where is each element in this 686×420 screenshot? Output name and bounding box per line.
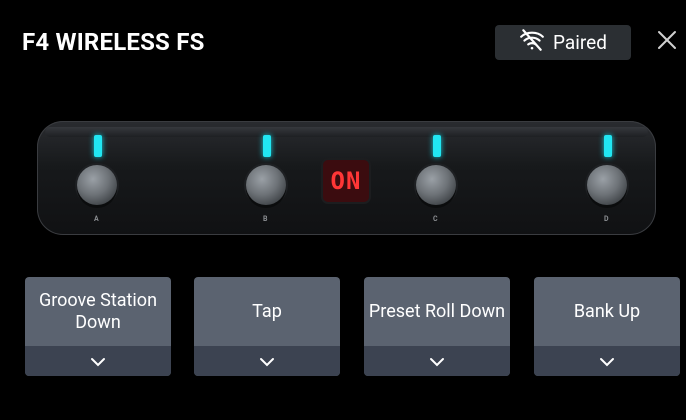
footswitch-d-label: D (604, 215, 609, 223)
paired-status-button[interactable]: Paired (495, 25, 631, 60)
assignment-label-d: Bank Up (573, 300, 641, 322)
led-c (433, 135, 441, 157)
assignment-label-a: Groove Station Down (38, 289, 158, 333)
wifi-off-icon (519, 29, 545, 56)
footswitch-c-label: C (433, 215, 438, 223)
paired-label: Paired (553, 31, 607, 54)
chevron-down-icon (599, 352, 615, 371)
assignment-button-a[interactable]: Groove Station Down (25, 277, 171, 376)
dropdown-d[interactable] (534, 346, 680, 376)
dropdown-c[interactable] (364, 346, 510, 376)
dropdown-a[interactable] (25, 346, 171, 376)
assignment-label-c: Preset Roll Down (368, 300, 506, 322)
led-display: ON (323, 160, 369, 202)
led-a (94, 135, 102, 157)
chevron-down-icon (259, 352, 275, 371)
device-title: F4 WIRELESS FS (22, 28, 205, 56)
footswitch-d[interactable] (587, 165, 627, 205)
pedal-edge (45, 127, 648, 137)
footswitch-pedal: A B ON C D (37, 121, 656, 235)
footswitch-b-label: B (263, 215, 268, 223)
chevron-down-icon (90, 352, 106, 371)
footswitch-a[interactable] (77, 165, 117, 205)
dropdown-b[interactable] (194, 346, 340, 376)
led-d (604, 135, 612, 157)
footswitch-c[interactable] (416, 165, 456, 205)
led-b (263, 135, 271, 157)
assignment-button-c[interactable]: Preset Roll Down (364, 277, 510, 376)
assignment-button-d[interactable]: Bank Up (534, 277, 680, 376)
footswitch-a-label: A (94, 215, 99, 223)
footswitch-b[interactable] (246, 165, 286, 205)
close-icon (656, 29, 678, 55)
chevron-down-icon (429, 352, 445, 371)
assignment-label-b: Tap (252, 300, 282, 322)
assignment-button-b[interactable]: Tap (194, 277, 340, 376)
close-button[interactable] (653, 28, 681, 56)
